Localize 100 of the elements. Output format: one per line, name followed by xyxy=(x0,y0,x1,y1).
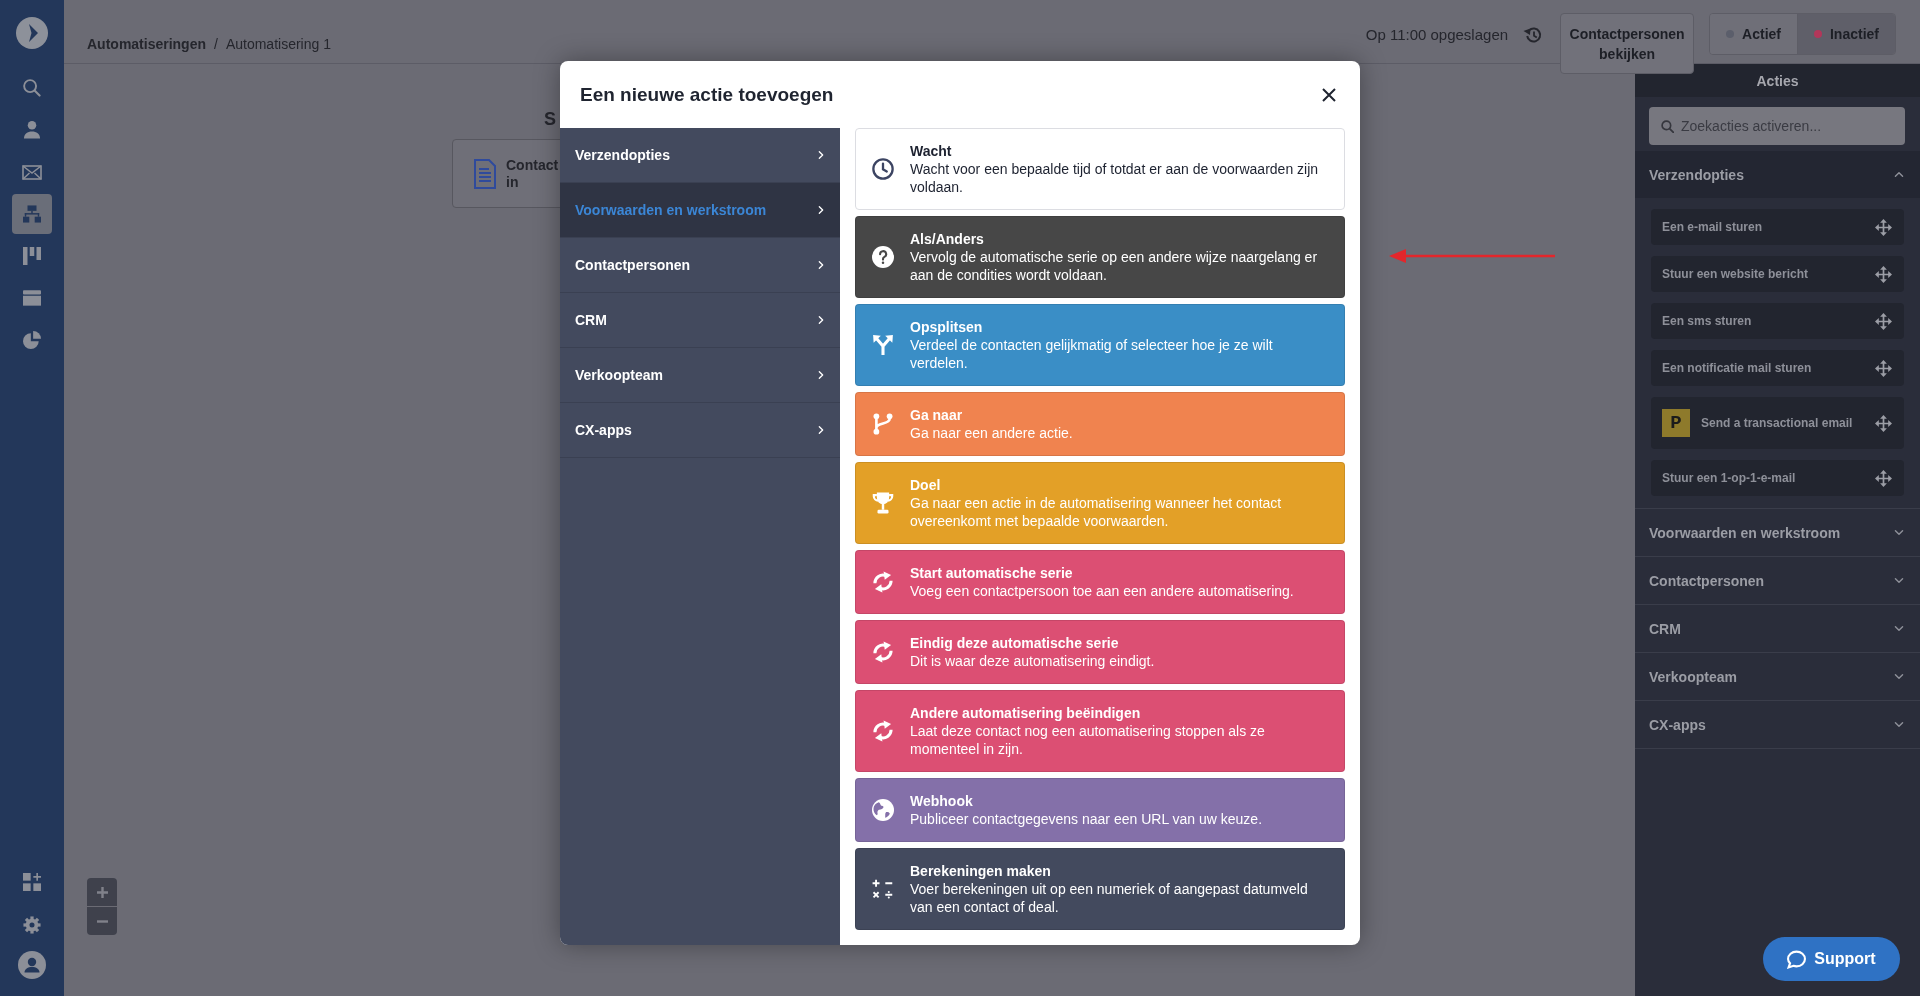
plus-icon xyxy=(96,886,108,898)
action-description: Ga naar een actie in de automatisering wanneer het contact overeenkomt met bepaalde voorwaarden. xyxy=(910,494,1283,530)
action-card[interactable]: Wacht Wacht voor een bepaalde tijd of totdat er aan de voorwaarden zijn voldaan. xyxy=(855,128,1345,210)
logo-icon[interactable] xyxy=(16,17,48,49)
zoom-in-button[interactable] xyxy=(87,878,117,906)
search-icon xyxy=(1661,120,1674,133)
action-description: Ga naar een andere actie. xyxy=(910,424,1074,442)
action-card[interactable]: Als/Anders Vervolg de automatische serie op een andere wijze naargelang er aan de condities wordt voldaan. xyxy=(855,216,1345,298)
section-header[interactable]: Voorwaarden en werkstroom xyxy=(1635,509,1920,556)
action-card[interactable]: Ga naar Ga naar een andere actie. xyxy=(855,392,1345,456)
action-description: Voer berekeningen uit op een numeriek of aangepast datumveld van een contact of deal. xyxy=(910,880,1309,916)
clock-icon xyxy=(872,158,894,180)
fork-arrows-icon xyxy=(872,334,894,356)
zoom-out-button[interactable] xyxy=(87,907,117,935)
action-card[interactable]: Eindig deze automatische serie Dit is waar deze automatisering eindigt. xyxy=(855,620,1345,684)
action-description: Laat deze contact nog een automatisering stoppen als ze momenteel in zijn. xyxy=(910,722,1266,758)
move-arrows-icon[interactable] xyxy=(1875,312,1892,330)
category-item[interactable]: Contactpersonen xyxy=(560,238,840,293)
action-description: Wacht voor een bepaalde tijd of totdat er aan de voorwaarden zijn voldaan. xyxy=(910,160,1320,196)
action-title: Wacht xyxy=(910,142,953,160)
view-contacts-button[interactable]: Contactpersonen bekijken xyxy=(1560,13,1695,74)
question-mark-icon xyxy=(872,246,894,268)
action-description: Voeg een contactpersoon toe aan een andere automatisering. xyxy=(910,582,1295,600)
sidebar-nav-button[interactable] xyxy=(12,194,52,234)
search-icon xyxy=(23,79,41,97)
canvas-heading: S xyxy=(544,109,556,130)
hierarchy-icon xyxy=(23,205,41,223)
status-option[interactable]: Inactief xyxy=(1797,14,1895,54)
action-card[interactable]: Start automatische serie Voeg een contactpersoon toe aan een andere automatisering. xyxy=(855,550,1345,614)
action-item[interactable]: Stuur een website bericht xyxy=(1651,256,1904,292)
action-description: Vervolg de automatische serie op een andere wijze naargelang er aan de condities wordt voldaan. xyxy=(910,248,1319,284)
envelope-icon xyxy=(22,164,42,180)
action-card[interactable]: Opsplitsen Verdeel de contacten gelijkmatig of selecteer hoe je ze wilt verdelen. xyxy=(855,304,1345,386)
sync-arrows-icon xyxy=(872,571,894,593)
chevron-right-icon xyxy=(818,260,824,270)
action-title: Webhook xyxy=(910,792,974,810)
chevron-right-icon xyxy=(818,370,824,380)
category-item[interactable]: Verkoopteam xyxy=(560,348,840,403)
node-label: Contact in xyxy=(506,156,559,191)
kanban-icon xyxy=(23,247,41,265)
section-header[interactable]: Verzendopties xyxy=(1635,151,1920,198)
breadcrumb-separator: / xyxy=(214,35,218,53)
trophy-icon xyxy=(872,492,894,514)
person-icon xyxy=(23,121,41,139)
move-arrows-icon[interactable] xyxy=(1875,414,1892,432)
move-arrows-icon[interactable] xyxy=(1875,469,1892,487)
history-icon[interactable] xyxy=(1523,25,1544,45)
action-card[interactable]: Andere automatisering beëindigen Laat deze contact nog een automatisering stoppen als ze momenteel in zijn. xyxy=(855,690,1345,772)
chevron-right-icon xyxy=(818,425,824,435)
search-field[interactable]: Zoekacties activeren... xyxy=(1649,107,1905,145)
move-arrows-icon[interactable] xyxy=(1875,359,1892,377)
action-item[interactable]: Een sms sturen xyxy=(1651,303,1904,339)
sync-arrows-icon xyxy=(872,720,894,742)
chevron-right-icon xyxy=(818,150,824,160)
grid-plus-icon xyxy=(23,873,41,891)
avatar-icon xyxy=(18,951,46,979)
action-title: Start automatische serie xyxy=(910,564,1074,582)
chevron-up-icon xyxy=(1894,171,1904,178)
section-header[interactable]: CX-apps xyxy=(1635,701,1920,748)
chevron-right-icon xyxy=(818,205,824,215)
panel-title: Acties xyxy=(1635,64,1920,97)
action-title: Opsplitsen xyxy=(910,318,984,336)
save-status-text: Op 11:00 opgeslagen xyxy=(1365,26,1509,44)
action-item[interactable]: Stuur een 1-op-1-e-mail xyxy=(1651,460,1904,496)
minus-icon xyxy=(96,919,108,923)
section-header[interactable]: CRM xyxy=(1635,605,1920,652)
section-header[interactable]: Verkoopteam xyxy=(1635,653,1920,700)
chevron-down-icon xyxy=(1894,721,1904,728)
chat-bubble-icon xyxy=(1787,949,1807,969)
chevron-down-icon xyxy=(1894,625,1904,632)
math-symbols-icon xyxy=(872,878,894,900)
support-button[interactable]: Support xyxy=(1763,937,1900,981)
action-item[interactable]: P Send a transactional email xyxy=(1651,397,1904,449)
category-item[interactable]: Voorwaarden en werkstroom xyxy=(560,183,840,238)
breadcrumb-current: Automatisering 1 xyxy=(225,35,331,53)
settings-icon xyxy=(23,916,41,934)
action-title: Ga naar xyxy=(910,406,964,424)
globe-icon xyxy=(872,799,894,821)
document-icon xyxy=(473,158,497,189)
chevron-right-icon xyxy=(818,315,824,325)
chevron-down-icon xyxy=(1894,673,1904,680)
move-arrows-icon[interactable] xyxy=(1875,218,1892,236)
branch-icon xyxy=(872,413,894,435)
category-item[interactable]: CRM xyxy=(560,293,840,348)
action-title: Berekeningen maken xyxy=(910,862,1052,880)
action-title: Eindig deze automatische serie xyxy=(910,634,1120,652)
section-header[interactable]: Contactpersonen xyxy=(1635,557,1920,604)
action-card[interactable]: Webhook Publiceer contactgegevens naar een URL van uw keuze. xyxy=(855,778,1345,842)
chevron-down-icon xyxy=(1894,577,1904,584)
browser-window-icon xyxy=(23,289,41,307)
action-description: Dit is waar deze automatisering eindigt. xyxy=(910,652,1156,670)
breadcrumb-link[interactable]: Automatiseringen xyxy=(87,35,206,53)
action-description: Publiceer contactgegevens naar een URL van uw keuze. xyxy=(910,810,1264,828)
pie-chart-icon xyxy=(23,331,41,349)
action-card[interactable]: Berekeningen maken Voer berekeningen uit op een numeriek of aangepast datumveld van een contact of deal. xyxy=(855,848,1345,930)
modal-title: Een nieuwe actie toevoegen xyxy=(580,83,834,106)
category-item[interactable]: CX-apps xyxy=(560,403,840,458)
action-item[interactable]: Een e-mail sturen xyxy=(1651,209,1904,245)
move-arrows-icon[interactable] xyxy=(1875,265,1892,283)
action-item[interactable]: Een notificatie mail sturen xyxy=(1651,350,1904,386)
